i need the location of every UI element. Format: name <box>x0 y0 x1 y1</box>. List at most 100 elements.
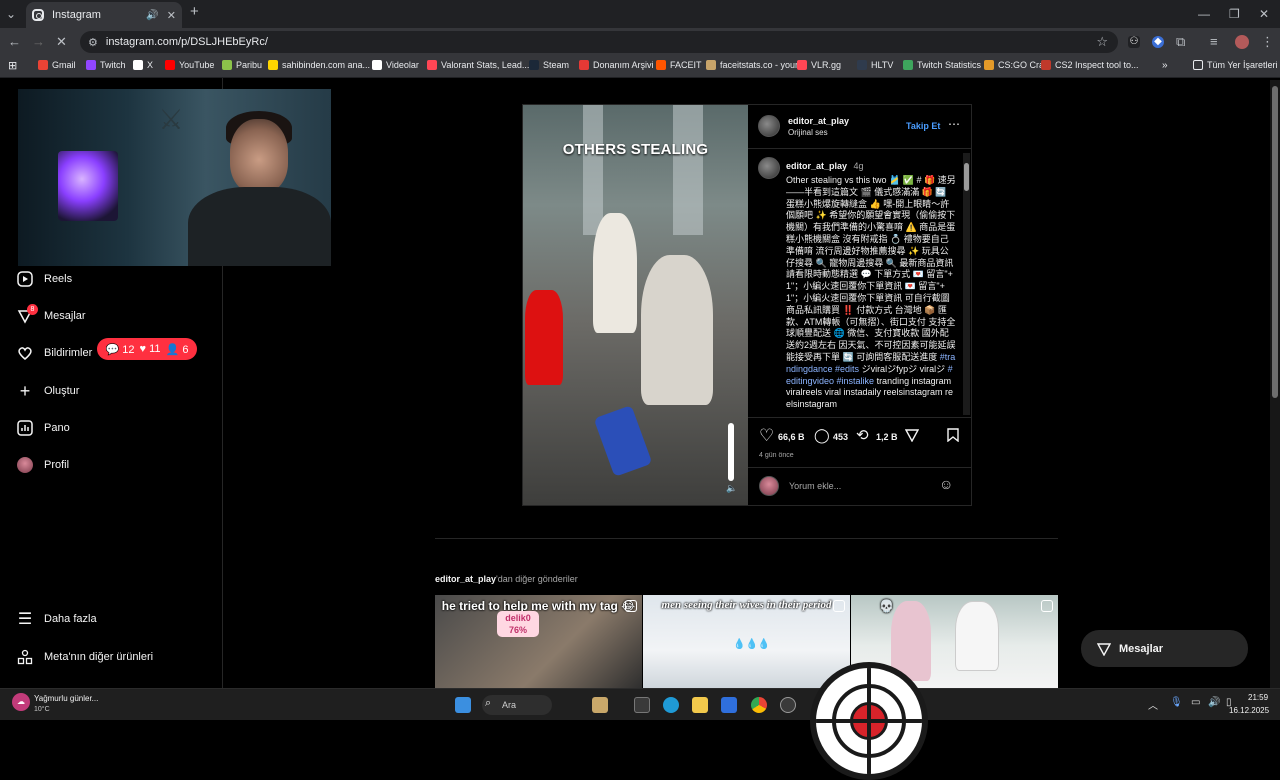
network-icon[interactable]: ▭ <box>1191 697 1200 708</box>
sidebar-item-more[interactable]: ☰ Daha fazla <box>16 609 97 629</box>
bookmark-item[interactable]: Steam <box>529 60 569 70</box>
minimize-icon[interactable]: — <box>1198 6 1210 22</box>
tab-audio-icon[interactable]: 🔊 <box>146 10 158 21</box>
bookmark-item[interactable]: HLTV <box>857 60 893 70</box>
vpn-extension-icon[interactable]: ◆ <box>1152 36 1164 48</box>
volume-icon[interactable]: 🔈 <box>726 483 737 494</box>
widgets-icon[interactable] <box>592 697 608 713</box>
maximize-icon[interactable]: ❐ <box>1229 6 1240 22</box>
bookmark-item[interactable]: faceitstats.co - your... <box>706 60 805 70</box>
extensions-puzzle-icon[interactable]: ⧉ <box>1176 34 1185 50</box>
windows-start-icon[interactable] <box>455 697 471 713</box>
extension-icon[interactable]: ⚇ <box>1128 36 1140 48</box>
bookmark-item[interactable]: Gmail <box>38 60 76 70</box>
mic-icon[interactable]: 🎙 <box>1170 697 1183 708</box>
post-time[interactable]: 4 gün önce <box>759 452 794 459</box>
caption-scroll-thumb[interactable] <box>964 163 969 191</box>
chrome-icon[interactable] <box>751 697 767 713</box>
bookmark-item[interactable]: FACEIT <box>656 60 702 70</box>
comment-count[interactable]: 453 <box>833 432 848 442</box>
steam-icon[interactable] <box>780 697 796 713</box>
site-info-icon[interactable]: ⚙ <box>88 36 98 49</box>
clock-time[interactable]: 21:59 <box>1248 693 1268 702</box>
notifications-pill[interactable]: 💬 12 ♥ 11 👤 6 <box>97 338 197 360</box>
repost-count[interactable]: 1,2 B <box>876 432 898 442</box>
task-view-icon[interactable] <box>634 697 650 713</box>
tab-search-icon[interactable]: ⌄ <box>6 6 16 22</box>
more-post-thumb-1[interactable]: he tried to help me with my tag 😂 delik0… <box>435 595 642 688</box>
save-bookmark-icon[interactable] <box>947 428 959 447</box>
author-avatar[interactable] <box>758 115 780 137</box>
mail-icon[interactable] <box>721 697 737 713</box>
bookmark-item[interactable]: Donanım Arşivi <box>579 60 654 70</box>
caption-scrollbar[interactable] <box>963 153 970 415</box>
new-tab-icon[interactable]: + <box>190 4 199 20</box>
more-post-thumb-2[interactable]: men seeing their wives in their period 💧… <box>643 595 850 688</box>
all-bookmarks[interactable]: Tüm Yer İşaretleri <box>1193 60 1278 70</box>
more-options-icon[interactable]: ⋯ <box>948 117 960 131</box>
comment-input[interactable]: Yorum ekle... <box>789 481 841 491</box>
sidebar-item-notifications[interactable]: Bildirimler <box>16 343 92 363</box>
sidebar-item-create[interactable]: + Oluştur <box>16 381 80 401</box>
comment-icon[interactable]: ◯ <box>814 427 830 444</box>
repost-icon[interactable]: ⟲ <box>856 426 869 444</box>
bookmark-item[interactable]: sahibinden.com ana... <box>268 60 370 70</box>
edge-icon[interactable] <box>663 697 679 713</box>
weather-title[interactable]: Yağmurlu günler... <box>34 694 98 703</box>
tab-close-icon[interactable]: ✕ <box>167 9 176 22</box>
media-controls-icon[interactable]: ≡ <box>1210 34 1218 50</box>
bookmark-item[interactable]: X <box>133 60 153 70</box>
sidebar-item-reels[interactable]: Reels <box>16 269 72 289</box>
emoji-icon[interactable]: ☺ <box>939 476 953 492</box>
bookmark-item[interactable]: Twitch Statistics <box>903 60 981 70</box>
bookmark-item[interactable]: Valorant Stats, Lead... <box>427 60 529 70</box>
profile-avatar-icon[interactable] <box>1235 35 1249 49</box>
like-heart-icon[interactable]: ♡ <box>759 426 774 446</box>
more-posts-author[interactable]: editor_at_play <box>435 574 496 584</box>
forward-icon[interactable]: → <box>32 34 45 50</box>
page-scrollbar[interactable] <box>1270 80 1280 688</box>
bookmark-item[interactable]: CS2 Inspect tool to... <box>1041 60 1139 70</box>
clock-date[interactable]: 16.12.2025 <box>1229 706 1269 715</box>
apps-grid-icon[interactable]: ⊞ <box>8 59 17 72</box>
sidebar-item-dashboard[interactable]: Pano <box>16 418 70 438</box>
like-count: ♥ 11 <box>139 343 161 355</box>
reel-video[interactable]: OTHERS STEALING 🔈 <box>523 105 748 505</box>
reload-stop-icon[interactable]: ✕ <box>56 34 67 50</box>
bookmark-item[interactable]: VLR.gg <box>797 60 841 70</box>
volume-tray-icon[interactable]: 🔊 <box>1208 697 1220 708</box>
tab-instagram[interactable]: Instagram 🔊 ✕ <box>26 2 182 28</box>
weather-icon[interactable]: ☁ <box>12 693 30 711</box>
more-bookmarks-icon[interactable]: » <box>1162 60 1168 71</box>
follow-button[interactable]: Takip Et <box>906 121 940 131</box>
bookmark-item[interactable]: YouTube <box>165 60 214 70</box>
bookmark-favicon-icon <box>656 60 666 70</box>
tray-chevron-icon[interactable]: ︿ <box>1148 697 1158 712</box>
floating-messages-button[interactable]: Mesajlar <box>1081 630 1248 667</box>
audio-label[interactable]: Orijinal ses <box>788 128 828 137</box>
bookmark-item[interactable]: Twitch <box>86 60 126 70</box>
bookmark-item[interactable]: Paribu <box>222 60 262 70</box>
navigation-bar: ← → ✕ ⚙ instagram.com/p/DSLJHEbEyRc/ ☆ ⚇… <box>0 28 1280 56</box>
window-close-icon[interactable]: ✕ <box>1259 6 1269 22</box>
bookmark-star-icon[interactable]: ☆ <box>1096 34 1108 50</box>
caption-author-avatar[interactable] <box>758 157 780 179</box>
caption-body-mid: ジviralジfypジ viralジ <box>859 363 948 374</box>
bookmark-label: HLTV <box>871 60 894 70</box>
author-username[interactable]: editor_at_play <box>788 116 849 126</box>
taskbar-search[interactable]: Ara <box>482 695 552 715</box>
back-icon[interactable]: ← <box>8 34 21 50</box>
bookmark-item[interactable]: CS:GO Craft <box>984 60 1049 70</box>
share-icon[interactable] <box>904 428 920 447</box>
volume-slider[interactable] <box>728 423 734 481</box>
sidebar-item-meta[interactable]: Meta'nın diğer ürünleri <box>16 647 153 667</box>
address-bar[interactable]: ⚙ instagram.com/p/DSLJHEbEyRc/ ☆ <box>80 31 1118 53</box>
url-text[interactable]: instagram.com/p/DSLJHEbEyRc/ <box>106 36 1096 48</box>
bookmark-item[interactable]: Videolar <box>372 60 419 70</box>
file-explorer-icon[interactable] <box>692 697 708 713</box>
caption-username[interactable]: editor_at_play <box>786 161 847 171</box>
page-scroll-thumb[interactable] <box>1272 86 1278 398</box>
browser-menu-icon[interactable]: ⋮ <box>1261 34 1274 50</box>
like-count[interactable]: 66,6 B <box>778 432 805 442</box>
sidebar-item-profile[interactable]: Profil <box>16 455 69 475</box>
